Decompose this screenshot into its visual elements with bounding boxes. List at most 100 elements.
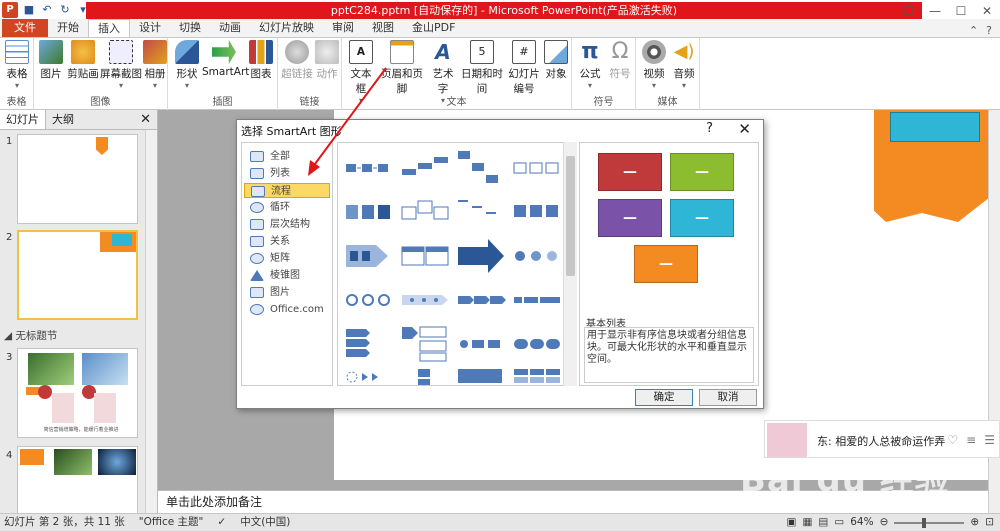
category-office-com[interactable]: Office.com (244, 302, 330, 317)
zoom-slider[interactable] (894, 517, 965, 528)
table-button[interactable]: 表格 ▾ (4, 40, 30, 90)
tab-view[interactable]: 视图 (363, 19, 403, 37)
picture-button[interactable]: 图片 (38, 40, 64, 81)
slides-pane-scrollbar[interactable] (145, 130, 157, 513)
gallery-item[interactable] (400, 367, 450, 385)
zoom-slider-thumb[interactable] (922, 517, 927, 528)
category-picture[interactable]: 图片 (244, 285, 330, 300)
gallery-item[interactable] (344, 193, 394, 231)
gallery-item[interactable] (456, 281, 506, 319)
object-button[interactable]: 对象 (542, 40, 570, 81)
category-list-item[interactable]: 列表 (244, 166, 330, 181)
gallery-item[interactable] (512, 281, 562, 319)
tab-slides[interactable]: 幻灯片 (0, 110, 46, 129)
gallery-item[interactable] (456, 193, 506, 231)
clipart-button[interactable]: 剪贴画 (66, 40, 100, 81)
gallery-item[interactable] (512, 325, 562, 363)
gallery-scrollbar[interactable] (563, 142, 577, 386)
process-graphic (458, 200, 496, 214)
gallery-item[interactable] (400, 325, 450, 363)
gallery-item[interactable] (344, 237, 394, 275)
gallery-item[interactable] (400, 149, 450, 187)
sorter-view-icon[interactable]: ▦ (802, 514, 812, 531)
tab-outline[interactable]: 大纲 (46, 110, 80, 129)
category-cycle[interactable]: 循环 (244, 200, 330, 215)
tab-slideshow[interactable]: 幻灯片放映 (250, 19, 323, 37)
tab-review[interactable]: 审阅 (323, 19, 363, 37)
gallery-item[interactable] (400, 281, 450, 319)
slide-number-button[interactable]: # 幻灯片编号 (506, 40, 542, 96)
menu-icon[interactable]: ☰ (984, 433, 995, 447)
video-button[interactable]: 视频 ▾ (640, 40, 668, 90)
slide-thumbnail-1[interactable] (17, 134, 138, 224)
zoom-in-icon[interactable]: ⊕ (970, 514, 979, 531)
gallery-item[interactable] (512, 193, 562, 231)
powerpoint-logo-icon[interactable]: P (2, 2, 18, 18)
slide-thumbnail-2[interactable] (17, 230, 138, 320)
tab-home[interactable]: 开始 (48, 19, 88, 37)
category-relationship[interactable]: 关系 (244, 234, 330, 249)
fit-window-icon[interactable]: ⊡ (985, 514, 994, 531)
gallery-item[interactable] (400, 237, 450, 275)
tab-kingsoft-pdf[interactable]: 金山PDF (403, 19, 464, 37)
gallery-item[interactable] (456, 367, 506, 385)
tab-file[interactable]: 文件 (2, 19, 48, 37)
normal-view-icon[interactable]: ▣ (787, 514, 797, 531)
tab-design[interactable]: 设计 (130, 19, 170, 37)
help-icon[interactable]: ? (706, 121, 713, 136)
redo-icon[interactable]: ↻ (58, 3, 72, 17)
slideshow-view-icon[interactable]: ▭ (834, 514, 844, 531)
hyperlink-button[interactable]: 超链接 (280, 40, 314, 81)
save-icon[interactable]: ■ (22, 3, 36, 17)
slide-cyan-box[interactable] (890, 112, 980, 142)
category-process[interactable]: 流程 (244, 183, 330, 198)
close-icon[interactable]: ✕ (738, 120, 751, 138)
heart-icon[interactable]: ♡ (947, 433, 958, 447)
screenshot-button[interactable]: 屏幕截图 ▾ (100, 40, 142, 90)
proofing-icon[interactable]: ✓ (217, 514, 226, 531)
smartart-button[interactable]: SmartArt (202, 40, 249, 78)
audio-button[interactable]: ◀) 音频 ▾ (670, 40, 698, 90)
undo-icon[interactable]: ↶ (40, 3, 54, 17)
header-footer-button[interactable]: 页眉和页脚 (376, 40, 428, 96)
playlist-icon[interactable]: ≡ (966, 433, 976, 447)
close-pane-icon[interactable]: ✕ (134, 110, 157, 129)
gallery-item[interactable] (456, 149, 506, 187)
help-icon[interactable]: ? (986, 24, 992, 37)
section-header[interactable]: ◢ 无标题节 (4, 328, 57, 343)
reading-view-icon[interactable]: ▤ (818, 514, 828, 531)
cancel-button[interactable]: 取消 (699, 389, 757, 406)
album-button[interactable]: 相册 ▾ (142, 40, 168, 90)
gallery-item[interactable] (344, 149, 394, 187)
datetime-button[interactable]: 5 日期和时间 (458, 40, 506, 96)
symbol-button[interactable]: Ω 符号 (606, 40, 634, 81)
gallery-item[interactable] (400, 193, 450, 231)
gallery-item[interactable] (344, 281, 394, 319)
language[interactable]: 中文(中国) (240, 514, 290, 531)
action-button[interactable]: 动作 (314, 40, 340, 81)
gallery-item[interactable] (456, 325, 506, 363)
category-pyramid[interactable]: 棱锥图 (244, 268, 330, 283)
gallery-item[interactable] (512, 237, 562, 275)
gallery-item[interactable] (344, 367, 394, 385)
category-hierarchy[interactable]: 层次结构 (244, 217, 330, 232)
category-all[interactable]: 全部 (244, 149, 330, 164)
chart-button[interactable]: 图表 (248, 40, 274, 81)
gallery-scroll-thumb[interactable] (566, 156, 575, 276)
equation-button[interactable]: π 公式 ▾ (576, 40, 604, 91)
tab-transitions[interactable]: 切换 (170, 19, 210, 37)
gallery-item[interactable] (344, 325, 394, 363)
ok-button[interactable]: 确定 (635, 389, 693, 406)
category-matrix[interactable]: 矩阵 (244, 251, 330, 266)
tab-animations[interactable]: 动画 (210, 19, 250, 37)
gallery-item[interactable] (512, 367, 562, 385)
gallery-item[interactable] (512, 149, 562, 187)
zoom-level[interactable]: 64% (850, 514, 873, 531)
ribbon-collapse-icon[interactable]: ⌃ (969, 24, 978, 37)
slide-thumbnail-4[interactable] (17, 446, 138, 516)
tab-insert[interactable]: 插入 (88, 19, 130, 37)
shapes-button[interactable]: 形状 ▾ (172, 40, 202, 90)
slide-thumbnail-3[interactable]: 简信营销增策略，能缓行着业推进 (17, 348, 138, 438)
zoom-out-icon[interactable]: ⊖ (880, 514, 889, 531)
gallery-item[interactable] (456, 237, 506, 275)
